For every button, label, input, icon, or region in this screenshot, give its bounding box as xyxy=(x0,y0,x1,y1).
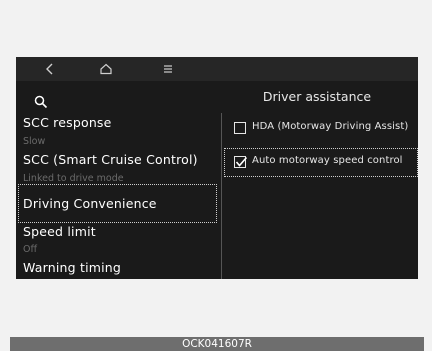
caption-bar: OCK041607R xyxy=(10,337,424,351)
menu-item-speed-limit-value: Off xyxy=(23,244,38,255)
menu-item-scc-value: Linked to drive mode xyxy=(23,173,124,184)
search-button[interactable] xyxy=(34,94,48,109)
top-nav-bar xyxy=(16,57,418,81)
home-icon xyxy=(100,63,112,75)
menu-button[interactable] xyxy=(156,58,180,80)
home-button[interactable] xyxy=(94,58,118,80)
infotainment-screen: Driver assistance SCC response Slow SCC … xyxy=(16,57,418,279)
menu-item-driving-convenience[interactable]: Driving Convenience xyxy=(23,196,157,211)
option-hda-label: HDA (Motorway Driving Assist) xyxy=(252,121,409,132)
back-button[interactable] xyxy=(38,58,62,80)
panel-divider xyxy=(221,113,222,279)
menu-icon xyxy=(164,65,172,73)
option-auto-motorway-speed[interactable]: Auto motorway speed control xyxy=(228,151,418,175)
panel-title: Driver assistance xyxy=(262,89,372,104)
checkbox-auto-motorway-speed[interactable] xyxy=(234,156,247,168)
menu-item-scc-response-value: Slow xyxy=(23,136,46,147)
menu-item-scc-response[interactable]: SCC response xyxy=(23,115,112,130)
menu-item-warning-timing[interactable]: Warning timing xyxy=(23,260,121,275)
option-hda[interactable]: HDA (Motorway Driving Assist) xyxy=(228,117,418,141)
menu-item-speed-limit[interactable]: Speed limit xyxy=(23,224,96,239)
search-icon xyxy=(34,95,48,109)
image-code-caption: OCK041607R xyxy=(182,338,252,350)
menu-item-scc[interactable]: SCC (Smart Cruise Control) xyxy=(23,152,198,167)
checkbox-hda[interactable] xyxy=(234,122,246,134)
chevron-left-icon xyxy=(46,63,53,75)
option-auto-motorway-speed-label: Auto motorway speed control xyxy=(252,155,403,166)
checkmark-icon xyxy=(235,156,247,167)
